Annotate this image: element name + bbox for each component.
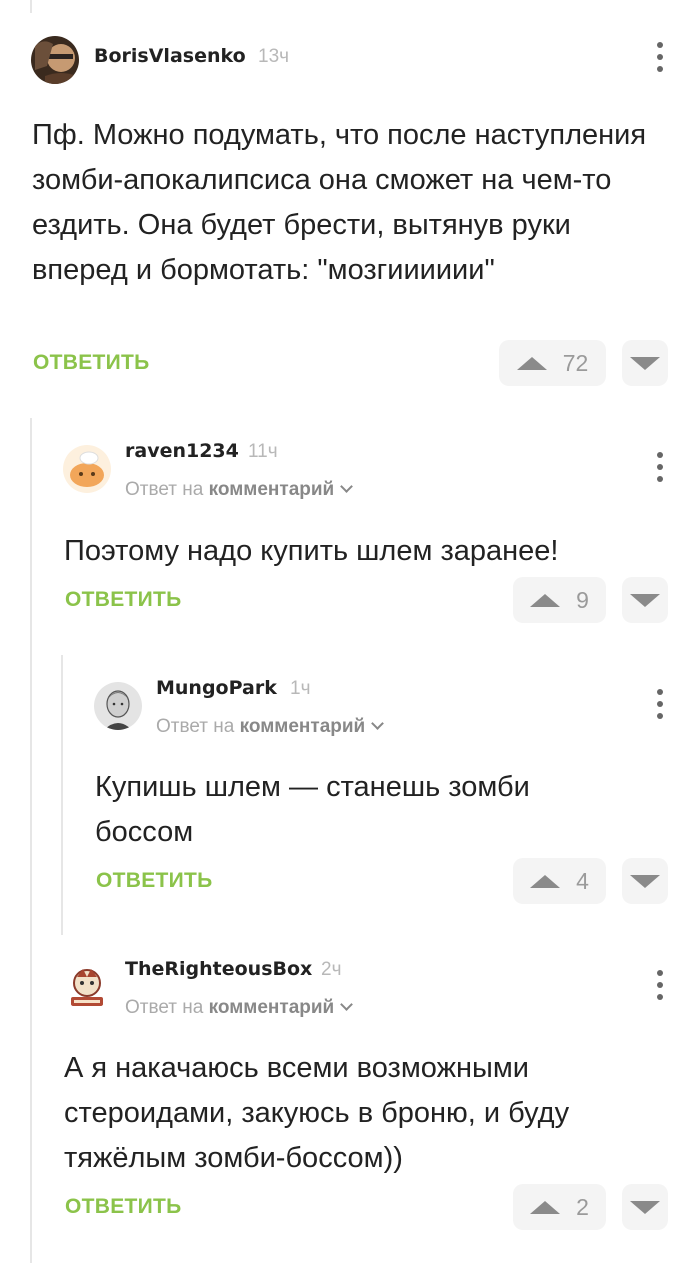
chevron-down-icon [340,480,354,493]
upvote-button[interactable]: 4 [513,858,606,904]
downvote-button[interactable] [622,577,668,623]
downvote-button[interactable] [622,340,668,386]
chevron-down-icon [371,717,385,730]
author-name[interactable]: raven1234 [125,440,239,462]
downvote-button[interactable] [622,858,668,904]
upvote-button[interactable]: 2 [513,1184,606,1230]
vote-count: 2 [576,1193,589,1220]
comment-text: Пф. Можно подумать, что после наступлени… [32,119,647,286]
timestamp: 2ч [321,959,342,980]
timestamp: 1ч [290,678,311,699]
upvote-icon [530,1200,561,1214]
avatar[interactable] [63,445,111,493]
reply-button[interactable]: ОТВЕТИТЬ [65,1195,182,1219]
upvote-icon [530,593,561,607]
kebab-menu-icon[interactable] [655,42,665,72]
reply-to-link[interactable]: Ответ на комментарий [125,479,354,501]
downvote-icon [630,1200,660,1214]
comment-text: Купишь шлем — станешь зомби боссом [95,771,530,848]
upvote-icon [516,356,547,370]
reply-to-target: комментарий [208,479,335,500]
avatar[interactable] [94,682,142,730]
comment-text: Поэтому надо купить шлем заранее! [64,535,559,567]
upvote-icon [530,874,561,888]
chevron-down-icon [340,998,354,1011]
reply-to-prefix: Ответ на [156,716,235,737]
avatar[interactable] [31,36,79,84]
reply-to-target: комментарий [239,716,366,737]
kebab-menu-icon[interactable] [655,452,665,482]
reply-button[interactable]: ОТВЕТИТЬ [96,869,213,893]
reply-to-target: комментарий [208,997,335,1018]
downvote-button[interactable] [622,1184,668,1230]
reply-to-prefix: Ответ на [125,479,204,500]
downvote-icon [630,356,660,370]
author-name[interactable]: TheRighteousBox [125,958,312,980]
comment-text: А я накачаюсь всеми возможными стероидам… [64,1052,570,1174]
reply-button[interactable]: ОТВЕТИТЬ [65,588,182,612]
reply-to-link[interactable]: Ответ на комментарий [125,997,354,1019]
thread-line-level2 [61,655,63,935]
downvote-icon [630,593,660,607]
reply-to-link[interactable]: Ответ на комментарий [156,716,385,738]
kebab-menu-icon[interactable] [655,689,665,719]
upvote-button[interactable]: 72 [499,340,606,386]
thread-line-level1 [30,418,32,1263]
vote-count: 4 [576,867,589,894]
reply-button[interactable]: ОТВЕТИТЬ [33,351,150,375]
comment: BorisVlasenko 13ч Пф. Можно подумать, чт… [0,0,700,400]
kebab-menu-icon[interactable] [655,970,665,1000]
timestamp: 13ч [258,46,290,67]
reply-to-prefix: Ответ на [125,997,204,1018]
avatar[interactable] [63,963,111,1011]
vote-count: 72 [562,349,589,376]
downvote-icon [630,874,660,888]
author-name[interactable]: BorisVlasenko [94,45,246,67]
upvote-button[interactable]: 9 [513,577,606,623]
timestamp: 11ч [248,441,278,462]
author-name[interactable]: MungoPark [156,677,277,699]
vote-count: 9 [576,586,589,613]
